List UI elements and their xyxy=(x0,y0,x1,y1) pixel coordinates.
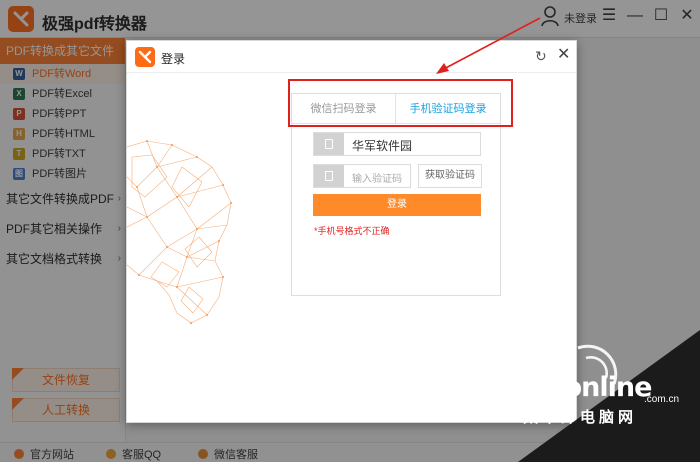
watermark-domain: .com.cn xyxy=(644,394,680,405)
watermark-chinese: 太平洋电脑网 xyxy=(523,409,638,426)
watermark-brand: PConline xyxy=(526,372,652,403)
